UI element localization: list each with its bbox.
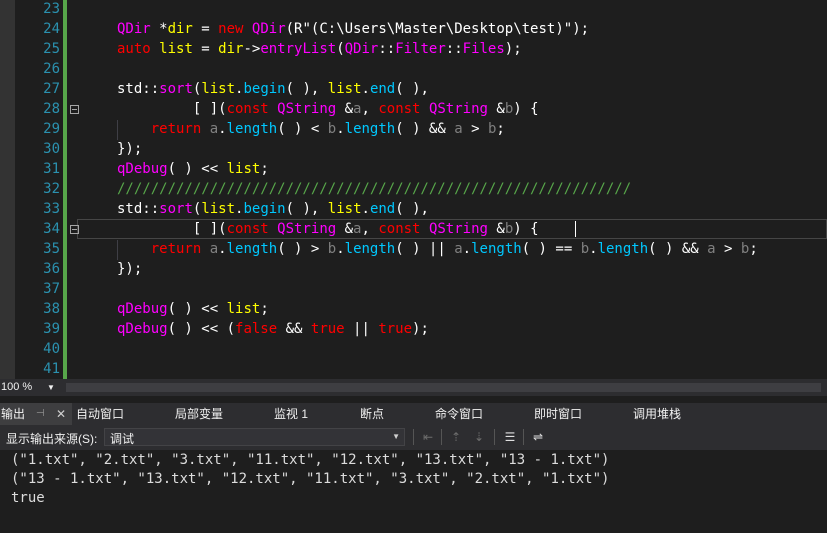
code-line-35: return a.length( ) > b.length( ) || a.le… (150, 241, 758, 257)
line-number: 27 (43, 81, 60, 97)
tab-breakpoints[interactable]: 断点 (360, 403, 384, 425)
code-line-24: QDir *dir = new QDir(R"(C:\Users\Master\… (117, 21, 590, 37)
zoom-dropdown[interactable]: 100 % ▼ (0, 379, 58, 396)
line-number: 33 (43, 201, 60, 217)
pin-icon[interactable]: ⊣ (36, 403, 45, 425)
code-line-30: }); (117, 141, 143, 157)
tab-watch1[interactable]: 监视 1 (274, 403, 308, 425)
change-tracking-bar (63, 0, 67, 379)
output-line: ("13 - 1.txt", "13.txt", "12.txt", "11.t… (11, 471, 610, 487)
line-number: 26 (43, 61, 60, 77)
line-number: 36 (43, 261, 60, 277)
line-number: 25 (43, 41, 60, 57)
text-cursor (575, 221, 576, 237)
line-number: 35 (43, 241, 60, 257)
collapse-toggle-icon[interactable] (70, 105, 79, 114)
collapse-toggle-icon[interactable] (70, 225, 79, 234)
output-source-value: 调试 (110, 432, 135, 446)
bottom-panel-tabs: 输出 ⊣ ✕ 自动窗口 局部变量 监视 1 断点 命令窗口 即时窗口 调用堆栈 (0, 403, 827, 425)
word-wrap-icon[interactable]: ⇌ (530, 429, 546, 445)
code-line-33: std::sort(list.begin( ), list.end( ), (117, 201, 429, 217)
toolbar-separator (441, 429, 442, 445)
output-source-label: 显示输出来源(S): (6, 432, 98, 446)
output-line: true (11, 490, 45, 506)
editor-status-strip: 100 % ▼ (0, 379, 827, 396)
toolbar-separator (413, 429, 414, 445)
indicator-margin (0, 0, 15, 379)
close-icon[interactable]: ✕ (56, 403, 66, 425)
output-pane[interactable]: ("1.txt", "2.txt", "3.txt", "11.txt", "1… (0, 450, 827, 533)
line-number: 34 (43, 221, 60, 237)
tab-output[interactable]: 输出 ⊣ ✕ (0, 403, 72, 425)
line-number: 31 (43, 161, 60, 177)
line-number: 40 (43, 341, 60, 357)
line-number: 39 (43, 321, 60, 337)
output-source-select[interactable]: 调试 ▼ (104, 428, 405, 446)
code-line-32: ////////////////////////////////////////… (117, 181, 632, 197)
line-number: 41 (43, 361, 60, 377)
line-number: 38 (43, 301, 60, 317)
toolbar-separator (523, 429, 524, 445)
tab-command-window[interactable]: 命令窗口 (435, 403, 483, 425)
code-line-29: return a.length( ) < b.length( ) && a > … (150, 121, 505, 137)
output-line: ("1.txt", "2.txt", "3.txt", "11.txt", "1… (11, 452, 610, 468)
tab-label: 输出 (1, 407, 26, 421)
find-message-icon[interactable]: ⇤ (420, 429, 436, 445)
tab-immediate-window[interactable]: 即时窗口 (534, 403, 582, 425)
line-number: 24 (43, 21, 60, 37)
code-line-27: std::sort(list.begin( ), list.end( ), (117, 81, 429, 97)
line-number: 23 (43, 1, 60, 17)
toolbar-separator (494, 429, 495, 445)
code-line-28: [ ](const QString &a, const QString &b) … (117, 101, 539, 117)
zoom-value: 100 % (1, 381, 33, 393)
line-number: 29 (43, 121, 60, 137)
chevron-down-icon: ▼ (392, 432, 400, 441)
code-line-39: qDebug( ) << (false && true || true); (117, 321, 429, 337)
code-line-31: qDebug( ) << list; (117, 161, 269, 177)
tab-call-stack[interactable]: 调用堆栈 (633, 403, 681, 425)
tab-autos[interactable]: 自动窗口 (76, 403, 124, 425)
line-number: 30 (43, 141, 60, 157)
code-line-25: auto list = dir->entryList(QDir::Filter:… (117, 41, 522, 57)
line-number: 37 (43, 281, 60, 297)
code-line-38: qDebug( ) << list; (117, 301, 269, 317)
horizontal-scrollbar[interactable] (66, 383, 821, 392)
code-line-36: }); (117, 261, 143, 277)
line-number: 28 (43, 101, 60, 117)
clear-all-icon[interactable]: ☰ (502, 429, 518, 445)
tab-locals[interactable]: 局部变量 (175, 403, 223, 425)
chevron-down-icon: ▼ (47, 383, 55, 392)
code-line-34: [ ](const QString &a, const QString &b) … (117, 221, 539, 237)
previous-message-icon[interactable]: ⇡ (448, 429, 464, 445)
line-number: 32 (43, 181, 60, 197)
next-message-icon[interactable]: ⇣ (471, 429, 487, 445)
output-toolbar: 显示输出来源(S): 调试 ▼ ⇤ ⇡ ⇣ ☰ ⇌ (0, 425, 827, 450)
code-editor[interactable]: 23 24 25 26 27 28 29 30 31 32 33 34 35 3… (0, 0, 827, 379)
